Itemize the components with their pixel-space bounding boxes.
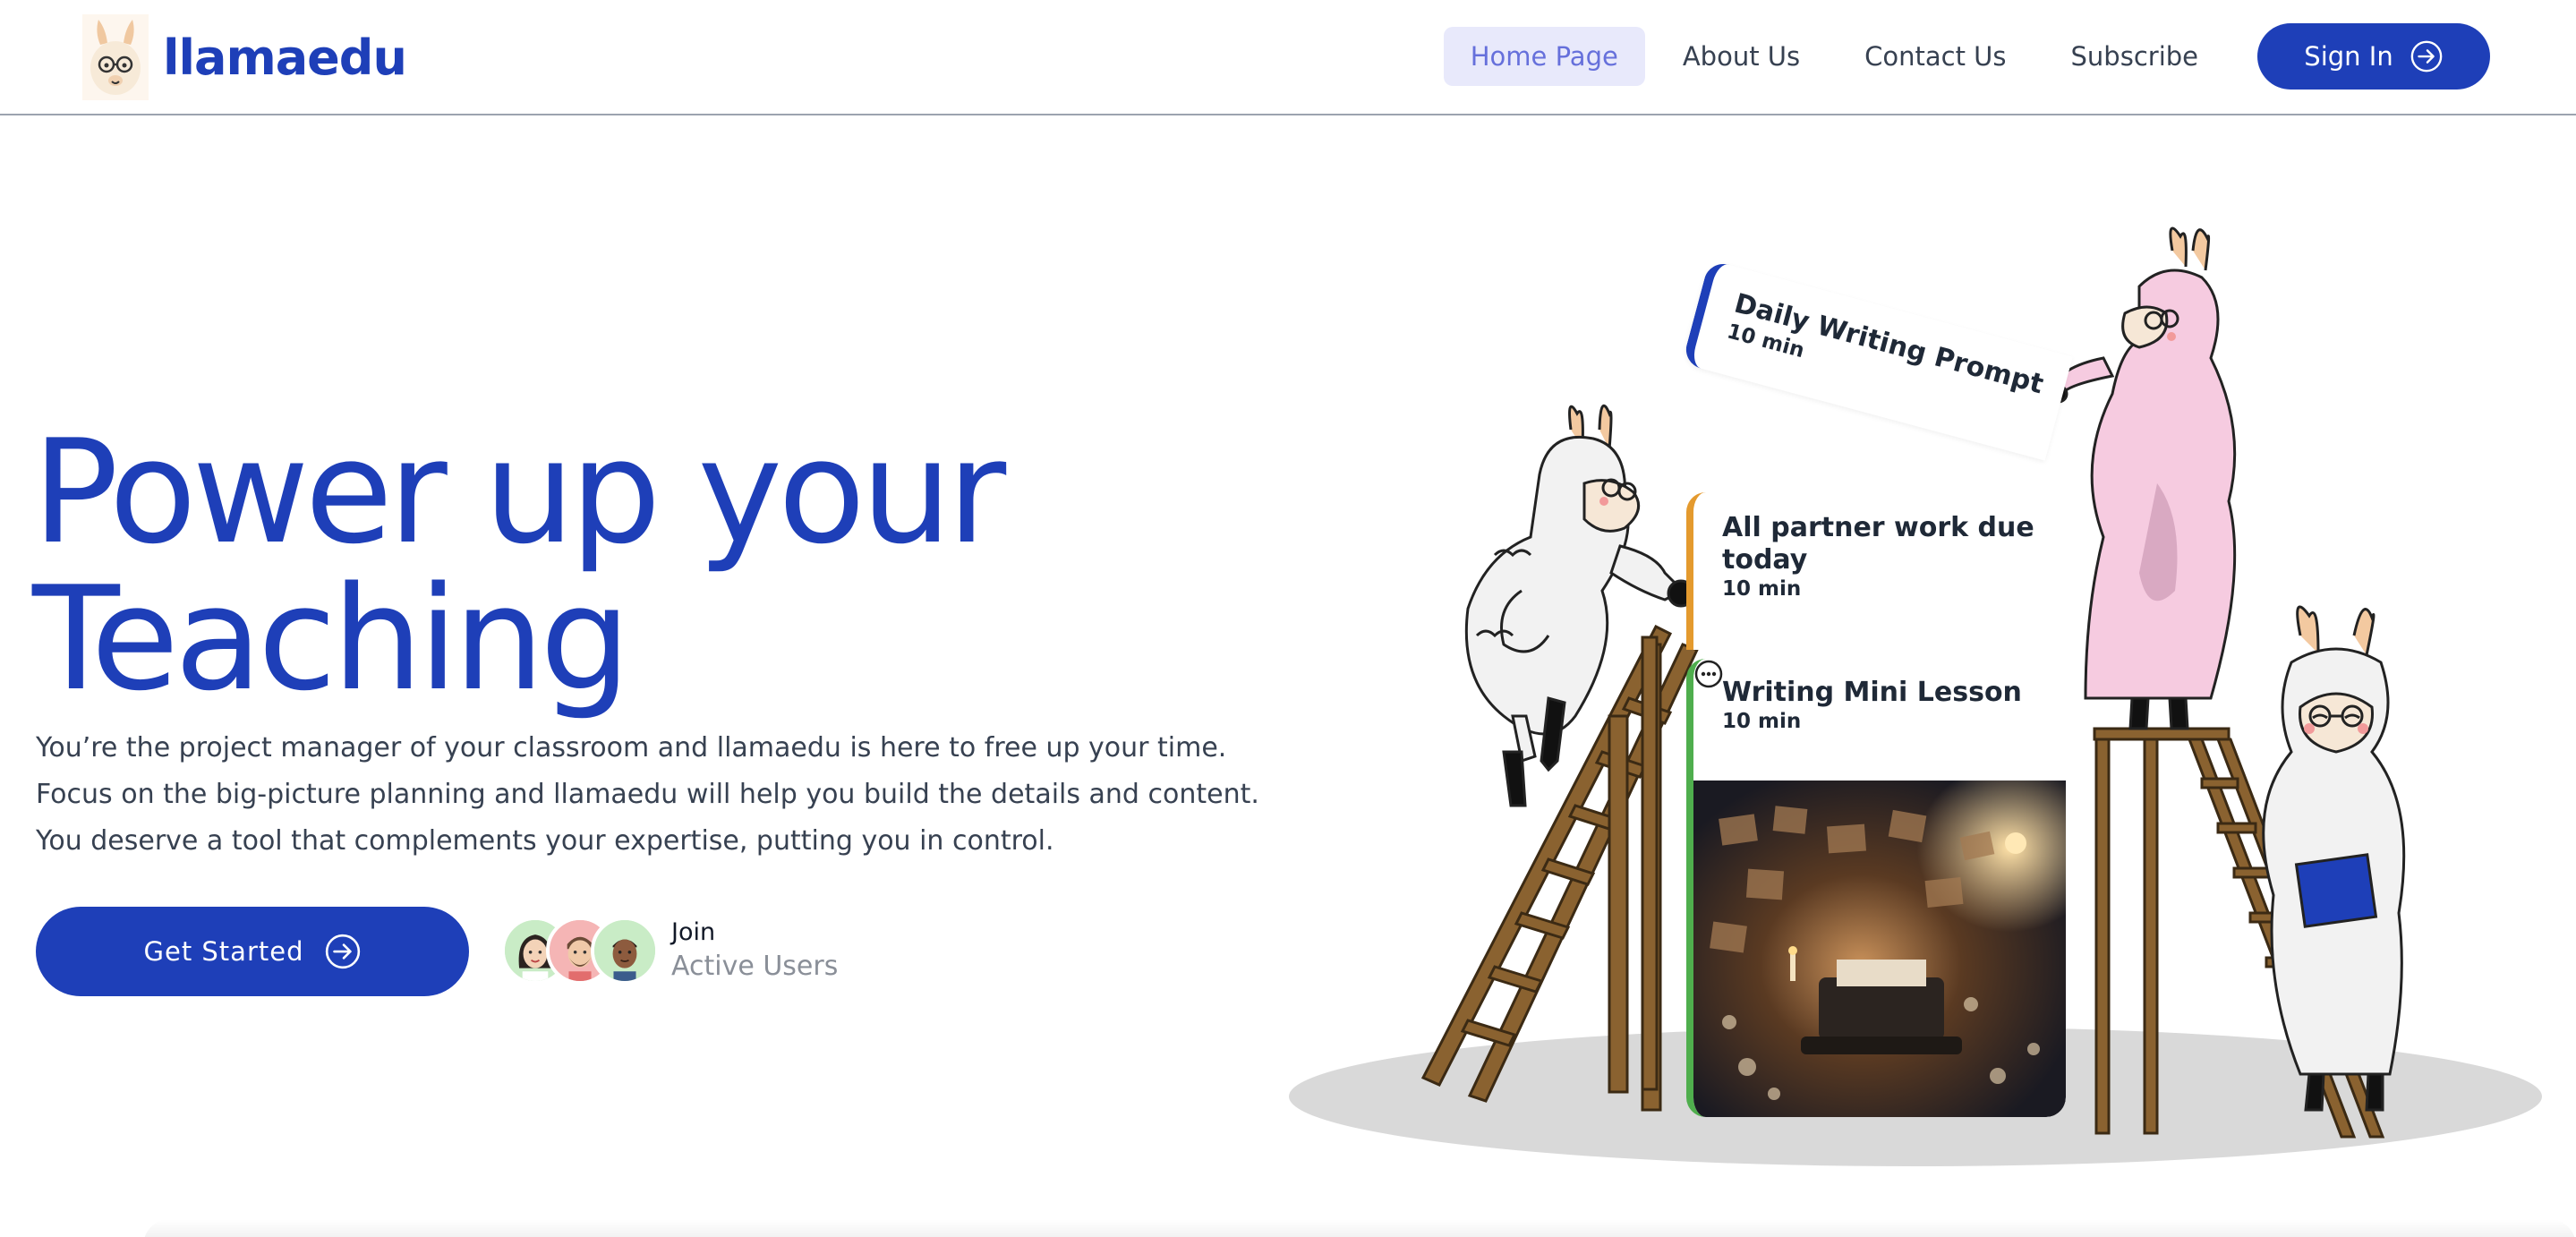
active-users: Join Active Users [501,917,838,985]
typewriter-desk-image [1693,781,2066,1117]
main-nav: Home Page About Us Contact Us Subscribe … [1433,23,2490,90]
more-horizontal-circle-icon[interactable] [1693,659,1724,689]
card-partner-work[interactable]: All partner work due today 10 min [1686,492,2066,650]
sitting-llama [2262,605,2406,1112]
hero-title-line-2: Teaching [32,555,631,722]
arrow-right-circle-icon [2410,40,2443,73]
hero-title: Power up your Teaching [32,408,1006,722]
card-title: Writing Mini Lesson [1722,677,2022,708]
users-join: Join [671,918,716,946]
nav-contact-us[interactable]: Contact Us [1838,27,2033,86]
users-active-label: Active Users [671,951,839,982]
card-title: All partner work due today [1722,512,2034,576]
sign-in-label: Sign In [2304,41,2393,72]
card-duration: 10 min [1722,710,1802,733]
llama-logo-icon [82,14,149,100]
card-writing-mini-lesson[interactable]: Writing Mini Lesson 10 min [1686,659,2066,1117]
arrow-right-circle-icon [325,934,360,969]
logo[interactable]: llamaedu [82,13,407,102]
user-avatar-icon [594,920,655,981]
sign-in-button[interactable]: Sign In [2257,23,2490,90]
bottom-edge-shadow [143,1219,2576,1237]
avatar [591,917,659,985]
nav-about-us[interactable]: About Us [1656,27,1827,86]
navbar: llamaedu Home Page About Us Contact Us S… [0,0,2576,115]
brand-name: llamaedu [163,29,407,86]
lesson-image [1693,781,2066,1117]
hero-illustration: Daily Writing Prompt 10 min All partner … [1280,215,2551,1208]
users-text: Join Active Users [671,917,838,985]
pink-llama [2049,226,2237,730]
get-started-label: Get Started [143,936,304,967]
hero-title-line-1: Power up your [32,408,1006,576]
card-duration: 10 min [1722,577,1802,601]
hero-description: You’re the project manager of your class… [36,732,1259,857]
get-started-button[interactable]: Get Started [36,907,469,996]
card-header: Writing Mini Lesson 10 min [1693,659,2066,781]
nav-subscribe[interactable]: Subscribe [2044,27,2225,86]
nav-home-page[interactable]: Home Page [1443,27,1645,86]
